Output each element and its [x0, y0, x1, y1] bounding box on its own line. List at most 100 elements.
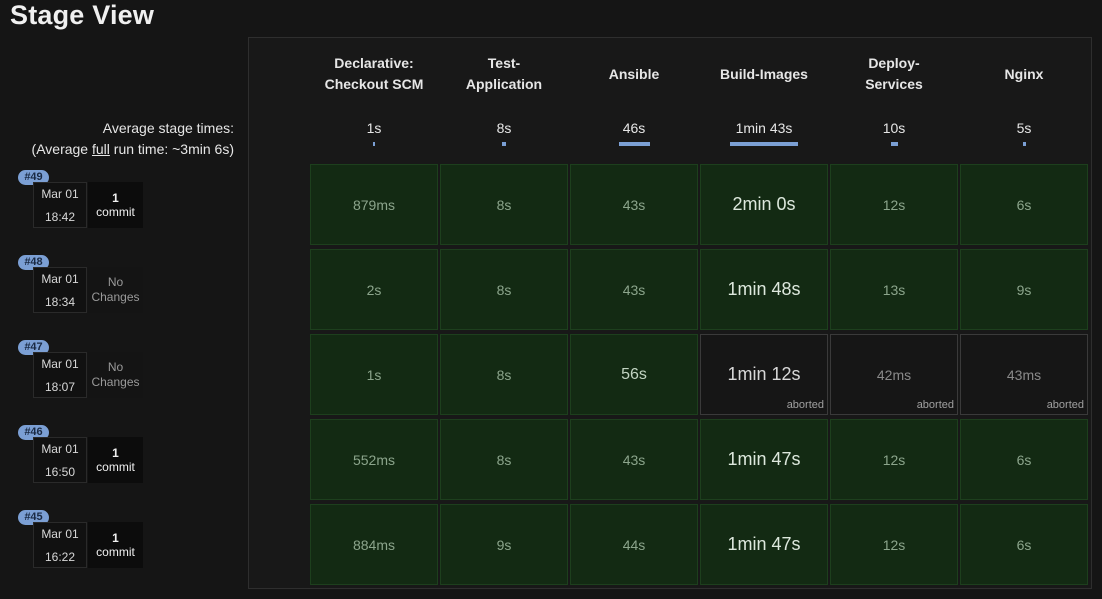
- stage-name-line: Checkout SCM: [324, 76, 424, 92]
- stage-name: Declarative: Checkout SCM: [325, 53, 424, 95]
- commit-count-link[interactable]: 1 commit: [88, 437, 143, 483]
- stage-cell[interactable]: 6s: [960, 419, 1088, 500]
- stage-cell[interactable]: 9s: [960, 249, 1088, 330]
- stage-cell[interactable]: 879ms: [310, 164, 438, 245]
- stage-name-line: Application: [465, 76, 543, 92]
- build-time: 18:42: [44, 210, 76, 224]
- stage-cell[interactable]: 44s: [570, 504, 698, 585]
- stage-cell[interactable]: 8s: [440, 164, 568, 245]
- commit-count-link[interactable]: 1 commit: [88, 522, 143, 568]
- build-date: Mar 01: [41, 442, 79, 456]
- commit-count-link[interactable]: 1 commit: [88, 182, 143, 228]
- stage-name-line: Test-: [487, 55, 521, 71]
- stage-cell[interactable]: 2min 0s: [700, 164, 828, 245]
- stage-cell[interactable]: 42ms aborted: [830, 334, 958, 415]
- changes-label: commit: [96, 205, 135, 219]
- stage-cell[interactable]: 12s: [830, 504, 958, 585]
- stage-cell[interactable]: 43s: [570, 419, 698, 500]
- stage-name-line: Ansible: [608, 65, 660, 82]
- build-date-box: Mar 01 18:42: [33, 182, 87, 228]
- stage-duration: 43ms: [1006, 366, 1042, 383]
- stage-cell[interactable]: 43s: [570, 249, 698, 330]
- changes-count: 1: [112, 446, 119, 460]
- stage-duration: 1min 48s: [727, 279, 801, 299]
- stage-duration: 8s: [496, 366, 512, 383]
- stage-header[interactable]: Test- Application: [440, 37, 568, 111]
- stage-cell[interactable]: 6s: [960, 164, 1088, 245]
- stage-cell[interactable]: 552ms: [310, 419, 438, 500]
- stage-duration: 9s: [1016, 281, 1032, 298]
- stage-average-bar: [618, 142, 650, 146]
- stage-header[interactable]: Declarative: Checkout SCM: [310, 37, 438, 111]
- stage-duration: 13s: [882, 281, 906, 298]
- stage-duration: 43s: [622, 281, 646, 298]
- stage-average-bar: [373, 142, 375, 146]
- build-date-box: Mar 01 18:07: [33, 352, 87, 398]
- stage-cell[interactable]: 884ms: [310, 504, 438, 585]
- stage-cell[interactable]: 8s: [440, 419, 568, 500]
- stage-name: Ansible: [609, 64, 660, 85]
- stage-duration: 8s: [496, 281, 512, 298]
- stage-header[interactable]: Nginx: [960, 37, 1088, 111]
- stage-cell[interactable]: 2s: [310, 249, 438, 330]
- average-stage-times-label: Average stage times:: [102, 120, 234, 136]
- stage-header[interactable]: Deploy- Services: [830, 37, 958, 111]
- changes-label: commit: [96, 460, 135, 474]
- stage-cell[interactable]: 1min 47s: [700, 504, 828, 585]
- stage-cell[interactable]: 8s: [440, 334, 568, 415]
- stage-average-time: 8s: [496, 120, 512, 136]
- stage-cell[interactable]: 43s: [570, 164, 698, 245]
- stage-cell[interactable]: 56s: [570, 334, 698, 415]
- stage-cell[interactable]: 1min 48s: [700, 249, 828, 330]
- build-date-box: Mar 01 16:22: [33, 522, 87, 568]
- stage-cell[interactable]: 1min 12s aborted: [700, 334, 828, 415]
- stage-name-line: Nginx: [1004, 65, 1044, 82]
- stage-header[interactable]: Ansible: [570, 37, 698, 111]
- changes-count: No: [107, 360, 124, 374]
- stage-cell[interactable]: 12s: [830, 164, 958, 245]
- stage-duration: 44s: [622, 536, 646, 553]
- stage-duration: 12s: [882, 536, 906, 553]
- stage-cell[interactable]: 13s: [830, 249, 958, 330]
- stage-cell[interactable]: 9s: [440, 504, 568, 585]
- full-run-link[interactable]: full: [92, 141, 110, 157]
- stage-cell[interactable]: 6s: [960, 504, 1088, 585]
- stage-duration: 12s: [882, 196, 906, 213]
- stage-cell[interactable]: 43ms aborted: [960, 334, 1088, 415]
- build-date-box: Mar 01 16:50: [33, 437, 87, 483]
- stage-name-line: Services: [865, 76, 923, 92]
- stage-duration: 552ms: [352, 451, 396, 468]
- stage-name: Deploy- Services: [865, 53, 923, 95]
- stage-name: Build-Images: [720, 64, 808, 85]
- stage-cell[interactable]: 1min 47s: [700, 419, 828, 500]
- stage-name: Nginx: [1005, 64, 1044, 85]
- stage-name-line: Build-Images: [720, 65, 808, 82]
- stage-duration: 6s: [1016, 451, 1032, 468]
- stage-duration: 2min 0s: [732, 194, 796, 214]
- stage-duration: 879ms: [352, 196, 396, 213]
- stage-cell[interactable]: 1s: [310, 334, 438, 415]
- no-changes-label: No Changes: [88, 352, 143, 398]
- build-date: Mar 01: [41, 187, 79, 201]
- stage-duration: 6s: [1016, 536, 1032, 553]
- build-time: 18:34: [44, 295, 76, 309]
- aborted-status-label: aborted: [1046, 399, 1084, 411]
- stage-average-time: 5s: [1016, 120, 1032, 136]
- stage-average-time: 1min 43s: [735, 120, 793, 136]
- build-time: 16:22: [44, 550, 76, 564]
- stage-duration: 43s: [622, 196, 646, 213]
- stage-duration: 6s: [1016, 196, 1032, 213]
- stage-header[interactable]: Build-Images: [700, 37, 828, 111]
- stage-cell[interactable]: 12s: [830, 419, 958, 500]
- stage-duration: 1min 47s: [727, 534, 801, 554]
- stage-duration: 884ms: [352, 536, 396, 553]
- build-date-box: Mar 01 18:34: [33, 267, 87, 313]
- stage-duration: 1min 47s: [727, 449, 801, 469]
- page-title: Stage View: [10, 0, 155, 30]
- stage-cell[interactable]: 8s: [440, 249, 568, 330]
- changes-count: 1: [112, 531, 119, 545]
- changes-label: Changes: [91, 375, 140, 389]
- changes-label: commit: [96, 545, 135, 559]
- stage-duration: 8s: [496, 451, 512, 468]
- stage-duration: 8s: [496, 196, 512, 213]
